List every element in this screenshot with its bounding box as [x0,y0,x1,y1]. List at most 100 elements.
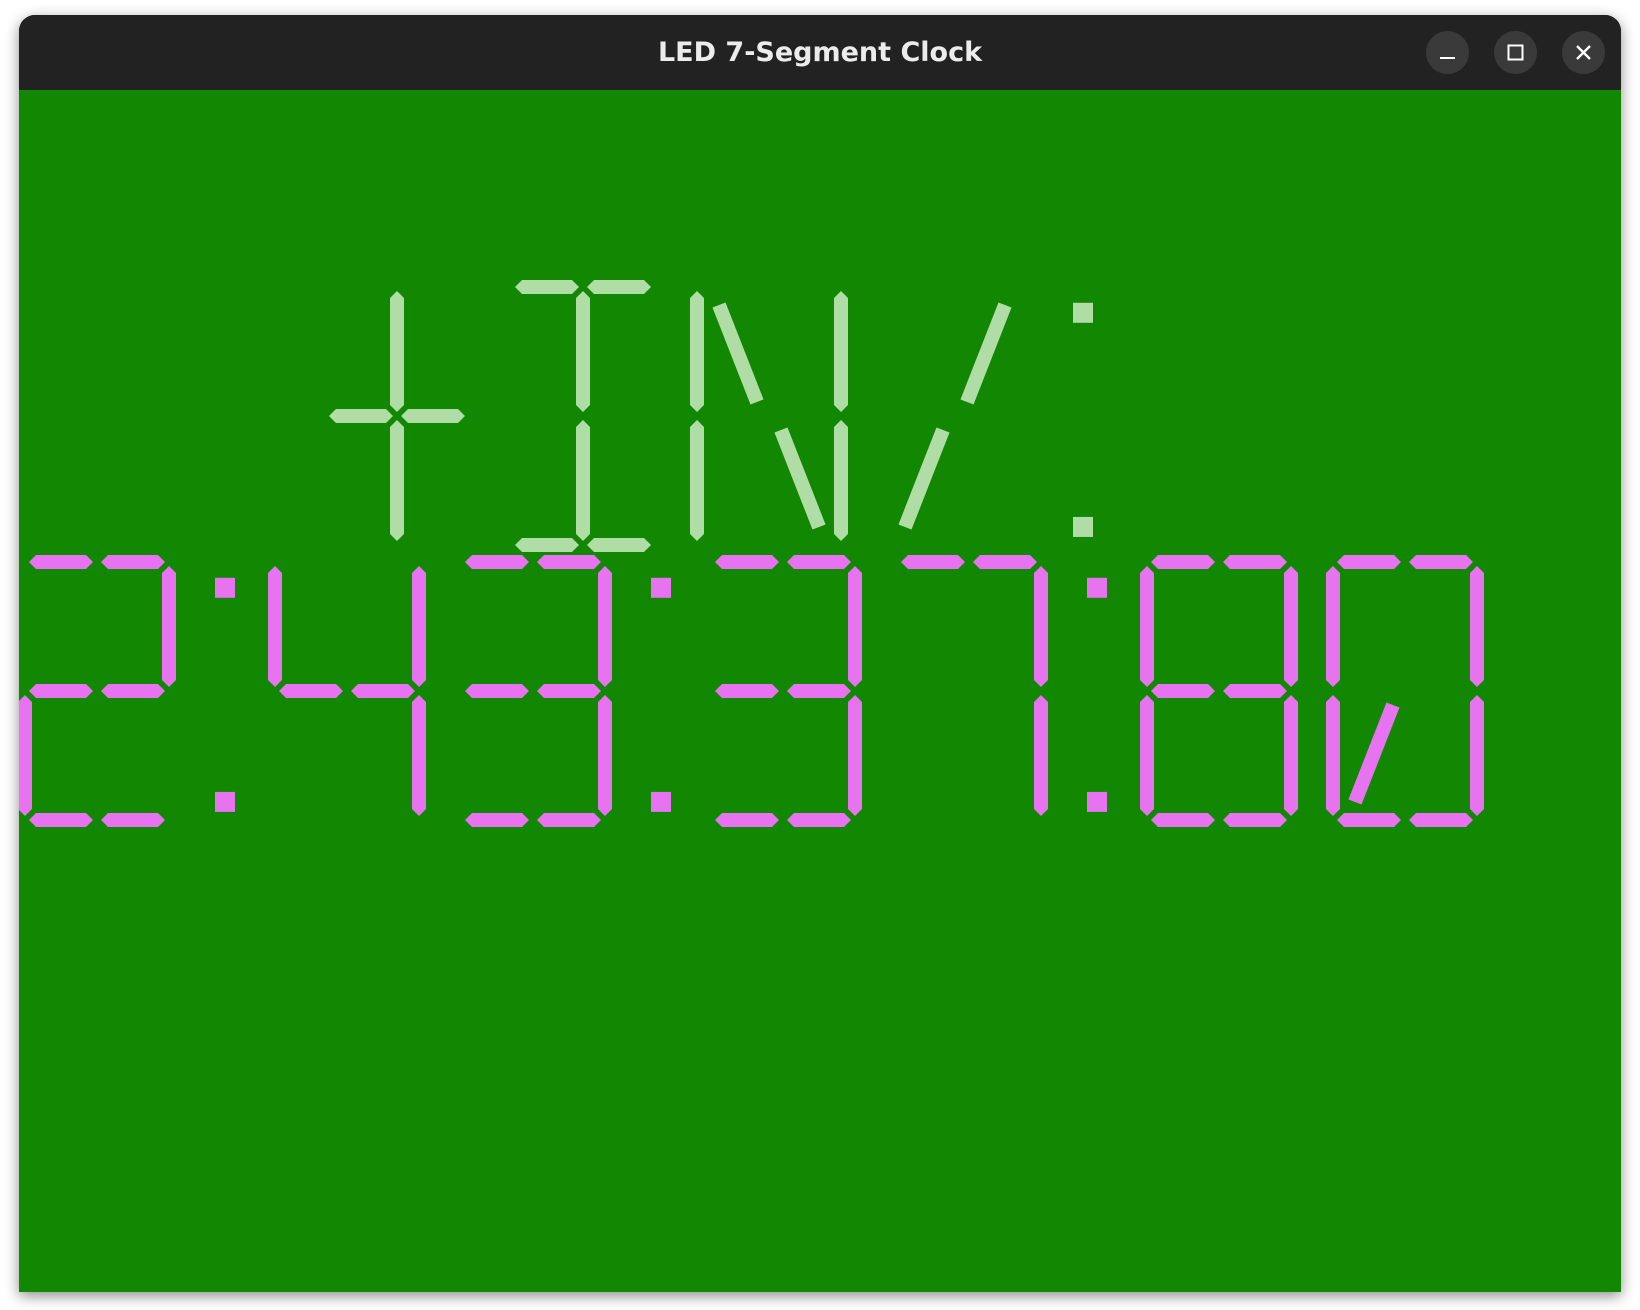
top-segment-0-l [390,420,404,541]
top-segment-2-m [774,427,826,530]
clock-segment-6-a1 [901,555,965,569]
clock-char-6 [901,555,1048,816]
clock-char-2 [268,566,426,816]
clock-segment-3-g2 [537,684,601,698]
clock-colon-dot-1-1 [215,791,235,812]
clock-segment-5-d1 [715,813,779,827]
clock-segment-0-b [162,566,176,687]
clock-segment-3-a2 [537,555,601,569]
top-segment-2-b [834,291,848,412]
minimize-button[interactable] [1426,31,1469,74]
clock-colon-dot-1-0 [215,577,235,598]
top-char-2 [690,291,848,541]
top-segment-2-e [690,420,704,541]
clock-segment-8-b [1284,566,1298,687]
clock-segment-6-a2 [973,555,1037,569]
title-bar[interactable]: LED 7-Segment Clock [19,15,1621,90]
top-segment-2-f [690,291,704,412]
clock-segment-0-a2 [101,555,165,569]
maximize-button[interactable] [1494,31,1537,74]
clock-segment-3-d1 [465,813,529,827]
top-colon-dot-4-0 [1073,302,1093,323]
clock-segment-8-d2 [1223,813,1287,827]
top-colon-dot-4-1 [1073,516,1093,537]
close-button[interactable] [1562,31,1605,74]
top-char-4 [1073,302,1093,537]
clock-segment-9-d1 [1337,813,1401,827]
top-segment-1-l [576,420,590,541]
top-char-0 [329,291,465,541]
top-segment-2-h [712,302,764,405]
clock-char-0 [19,555,176,827]
clock-segment-9-e [1326,695,1340,816]
top-segment-1-d2 [587,538,651,552]
window-title: LED 7-Segment Clock [657,37,983,68]
clock-segment-5-g2 [787,684,851,698]
clock-segment-8-g2 [1223,684,1287,698]
top-char-3 [898,302,1012,530]
clock-char-3 [465,555,612,827]
clock-segment-0-g1 [29,684,93,698]
clock-segment-9-a1 [1337,555,1401,569]
clock-segment-8-a1 [1151,555,1215,569]
top-segment-3-k [898,427,950,530]
clock-segment-3-d2 [537,813,601,827]
top-segment-line [329,280,1093,552]
clock-segment-8-e [1140,695,1154,816]
clock-segment-8-a2 [1223,555,1287,569]
clock-segment-9-d2 [1409,813,1473,827]
clock-segment-2-b [412,566,426,687]
clock-segment-0-d2 [101,813,165,827]
clock-segment-9-k [1348,702,1400,805]
clock-segment-9-f [1326,566,1340,687]
top-segment-2-c [834,420,848,541]
minimize-icon [1440,57,1455,59]
clock-segment-3-b [598,566,612,687]
top-segment-0-g2 [401,409,465,423]
clock-segment-8-c [1284,695,1298,816]
led-display-area [19,90,1621,1292]
clock-segment-2-g2 [351,684,415,698]
clock-segment-5-a1 [715,555,779,569]
top-segment-1-a2 [587,280,651,294]
clock-segment-5-c [848,695,862,816]
clock-segment-5-g1 [715,684,779,698]
top-segment-0-g1 [329,409,393,423]
clock-colon-dot-7-0 [1087,577,1107,598]
clock-char-1 [215,577,235,812]
top-char-1 [515,280,651,552]
top-segment-1-d1 [515,538,579,552]
maximize-icon [1507,44,1524,61]
clock-segment-3-g1 [465,684,529,698]
clock-char-9 [1326,555,1484,827]
led-display-canvas [19,280,1484,827]
clock-segment-6-c [1034,695,1048,816]
clock-segment-8-f [1140,566,1154,687]
clock-char-8 [1140,555,1298,827]
clock-segment-9-a2 [1409,555,1473,569]
clock-segment-2-g1 [279,684,343,698]
clock-char-5 [715,555,862,827]
clock-segment-line [19,555,1484,827]
clock-segment-8-d1 [1151,813,1215,827]
clock-segment-5-b [848,566,862,687]
top-segment-1-a1 [515,280,579,294]
clock-segment-0-d1 [29,813,93,827]
clock-colon-dot-4-0 [651,577,671,598]
clock-segment-3-a1 [465,555,529,569]
top-segment-0-i [390,291,404,412]
clock-segment-8-g1 [1151,684,1215,698]
clock-segment-9-b [1470,566,1484,687]
clock-segment-0-g2 [101,684,165,698]
clock-segment-9-c [1470,695,1484,816]
clock-segment-0-e [19,695,32,816]
clock-segment-5-a2 [787,555,851,569]
clock-char-7 [1087,577,1107,812]
clock-segment-3-c [598,695,612,816]
app-window: LED 7-Segment Clock [19,15,1621,1292]
clock-char-4 [651,577,671,812]
clock-segment-6-b [1034,566,1048,687]
clock-segment-5-d2 [787,813,851,827]
clock-segment-0-a1 [29,555,93,569]
top-segment-3-j [960,302,1012,405]
